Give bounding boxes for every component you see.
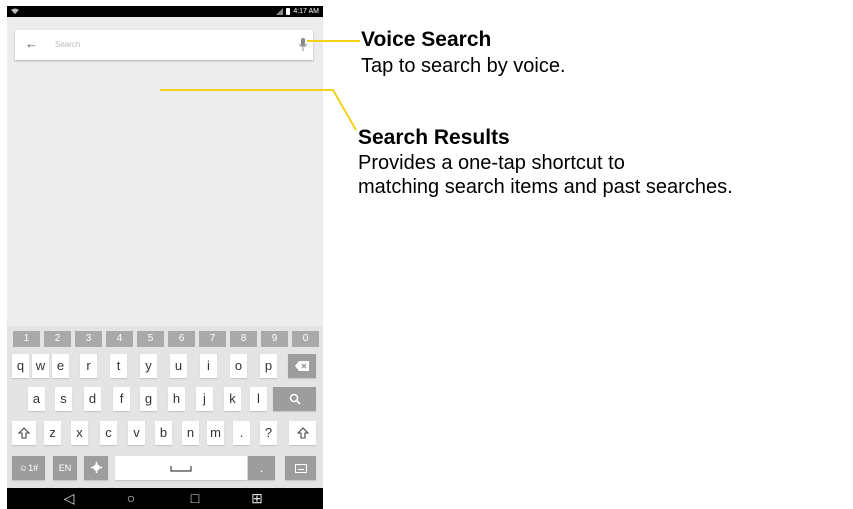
search-results-leader-line xyxy=(160,89,357,131)
search-results-desc-line1: Provides a one-tap shortcut to xyxy=(358,152,625,174)
search-results-title: Search Results xyxy=(358,126,510,149)
voice-search-title: Voice Search xyxy=(361,28,492,51)
voice-search-description: Tap to search by voice. xyxy=(361,55,566,77)
search-results-desc-line2: matching search items and past searches. xyxy=(358,176,733,198)
